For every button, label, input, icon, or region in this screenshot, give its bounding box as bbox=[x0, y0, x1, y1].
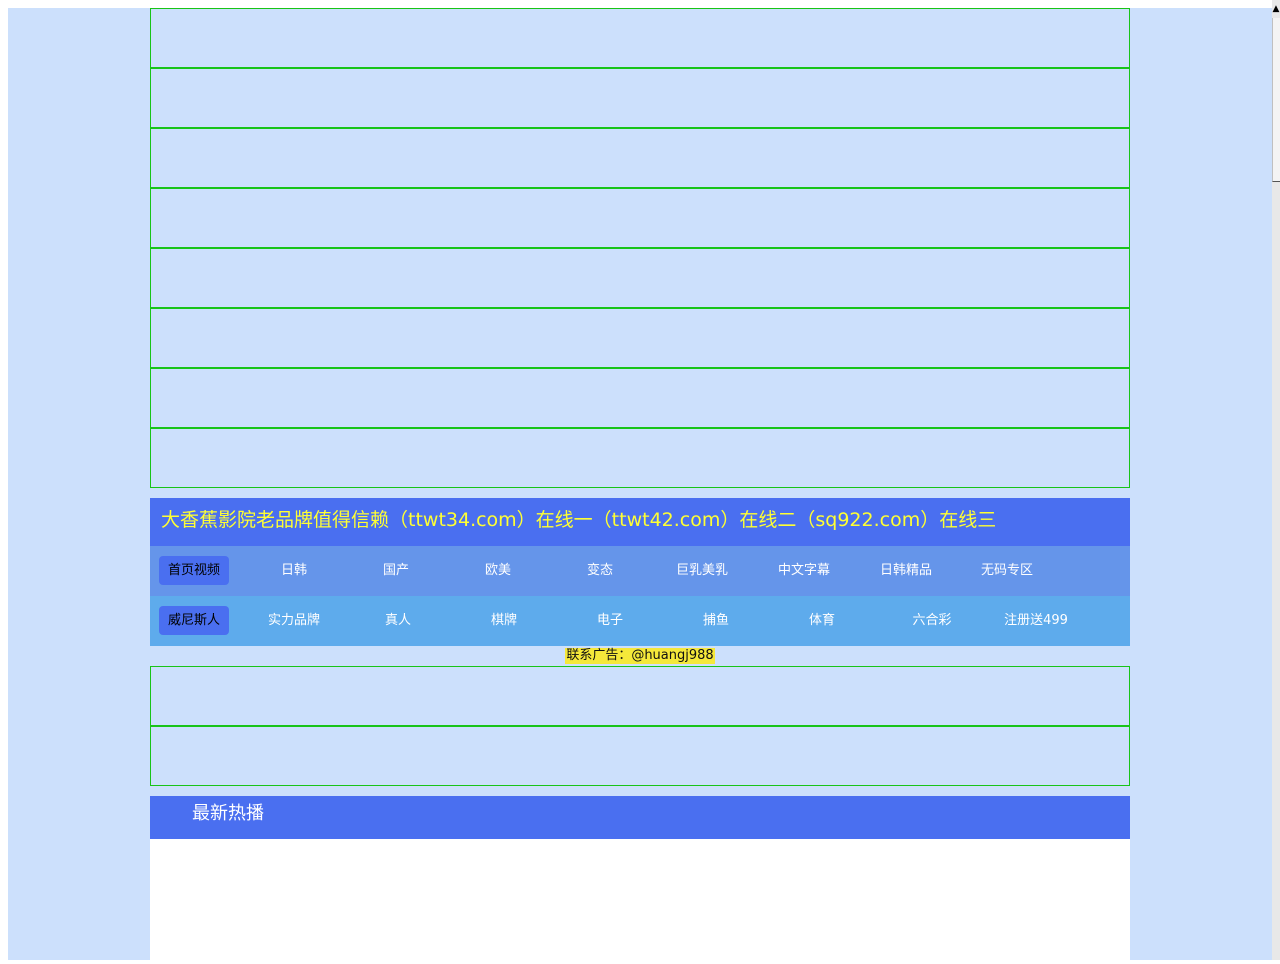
ad-slot[interactable] bbox=[150, 308, 1130, 368]
site-title: 大香蕉影院老品牌值得信赖（ttwt34.com）在线一（ttwt42.com）在… bbox=[150, 498, 1130, 546]
nav-item-western[interactable]: 欧美 bbox=[458, 556, 538, 585]
latest-section-header: 最新热播 bbox=[150, 796, 1130, 839]
nav-item-busty[interactable]: 巨乳美乳 bbox=[662, 556, 742, 585]
ad-slot[interactable] bbox=[150, 368, 1130, 428]
ad-slot[interactable] bbox=[150, 248, 1130, 308]
nav-item-live[interactable]: 真人 bbox=[358, 606, 438, 635]
nav-item-fetish[interactable]: 变态 bbox=[560, 556, 640, 585]
scrollbar-thumb[interactable] bbox=[1272, 18, 1280, 182]
scroll-up-icon[interactable]: ▲ bbox=[1272, 4, 1280, 14]
nav-item-japan-korea[interactable]: 日韩 bbox=[254, 556, 334, 585]
nav-item-sports[interactable]: 体育 bbox=[782, 606, 862, 635]
nav-item-domestic[interactable]: 国产 bbox=[356, 556, 436, 585]
vertical-scrollbar[interactable]: ▲ bbox=[1272, 0, 1280, 960]
ad-slot[interactable] bbox=[150, 68, 1130, 128]
ad-slot[interactable] bbox=[150, 128, 1130, 188]
nav-home-videos[interactable]: 首页视频 bbox=[159, 556, 229, 585]
nav-item-register-bonus[interactable]: 注册送499 bbox=[996, 606, 1076, 635]
nav-home-venetian[interactable]: 威尼斯人 bbox=[159, 606, 229, 635]
latest-section-body bbox=[150, 839, 1130, 964]
category-nav: 首页视频 日韩 国产 欧美 变态 巨乳美乳 中文字幕 日韩精品 无码专区 bbox=[150, 546, 1130, 596]
nav-item-brand[interactable]: 实力品牌 bbox=[254, 606, 334, 635]
ad-slot[interactable] bbox=[150, 188, 1130, 248]
ad-slot[interactable] bbox=[150, 8, 1130, 68]
ad-slot[interactable] bbox=[150, 428, 1130, 488]
nav-item-electronic[interactable]: 电子 bbox=[570, 606, 650, 635]
nav-item-jk-featured[interactable]: 日韩精品 bbox=[866, 556, 946, 585]
nav-item-fishing[interactable]: 捕鱼 bbox=[676, 606, 756, 635]
nav-item-cards[interactable]: 棋牌 bbox=[464, 606, 544, 635]
contact-ad-text: 联系广告：@huangj988 bbox=[565, 648, 715, 664]
contact-ad: 联系广告：@huangj988 bbox=[150, 646, 1130, 666]
sponsor-nav: 威尼斯人 实力品牌 真人 棋牌 电子 捕鱼 体育 六合彩 注册送499 bbox=[150, 596, 1130, 646]
nav-item-chinese-subtitles[interactable]: 中文字幕 bbox=[764, 556, 844, 585]
ad-slot[interactable] bbox=[150, 666, 1130, 726]
ad-slot[interactable] bbox=[150, 726, 1130, 786]
nav-item-uncensored[interactable]: 无码专区 bbox=[967, 556, 1047, 585]
nav-item-lottery[interactable]: 六合彩 bbox=[892, 606, 972, 635]
main-container: 大香蕉影院老品牌值得信赖（ttwt34.com）在线一（ttwt42.com）在… bbox=[150, 8, 1130, 964]
